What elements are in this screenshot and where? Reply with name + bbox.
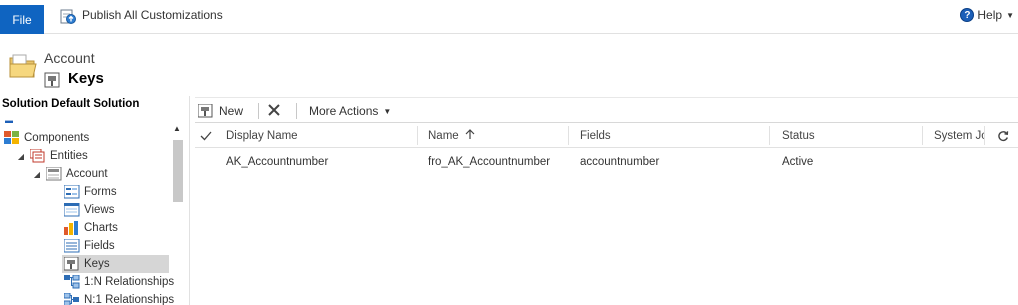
new-button[interactable]: New	[197, 101, 244, 121]
refresh-button[interactable]	[997, 123, 1013, 148]
toolbar-divider	[296, 103, 297, 119]
tree-item-label: Components	[24, 132, 90, 144]
relationship-icon	[63, 292, 80, 305]
tree-item-1n-relationships[interactable]: 1:N Relationships	[64, 273, 174, 291]
tree-item-n1-relationships[interactable]: N:1 Relationships	[63, 291, 175, 305]
column-label: Display Name	[226, 129, 298, 142]
scroll-up-icon[interactable]: ▲	[173, 124, 181, 133]
column-divider[interactable]	[568, 126, 569, 145]
select-all-checkbox[interactable]	[200, 123, 216, 148]
column-label: Name	[428, 129, 459, 142]
delete-icon	[267, 103, 281, 120]
page-header: Keys	[44, 70, 104, 87]
column-divider[interactable]	[984, 126, 985, 145]
help-icon: ?	[960, 8, 975, 22]
folder-icon	[8, 52, 38, 83]
chevron-down-icon: ▼	[1006, 10, 1014, 20]
entities-icon	[29, 148, 46, 163]
column-header-fields[interactable]: Fields	[580, 123, 765, 148]
tree-item-label: Keys	[84, 258, 110, 270]
tree-item-label: Fields	[84, 240, 115, 252]
grid-toolbar: New More Actions ▼	[195, 97, 1018, 123]
tree-item-fields[interactable]: Fields	[63, 237, 115, 255]
tree-item-label: N:1 Relationships	[84, 294, 175, 305]
tree-item-label: Charts	[84, 222, 118, 234]
tree-item-account[interactable]: ◢ Account	[32, 165, 108, 183]
delete-button[interactable]	[267, 101, 281, 121]
tree-item-label: Entities	[50, 150, 88, 162]
file-button[interactable]: File	[0, 5, 44, 34]
tree-item-label: 1:N Relationships	[84, 276, 175, 288]
cell-status: Active	[782, 156, 814, 168]
components-icon	[4, 131, 20, 145]
publish-label: Publish All Customizations	[82, 8, 223, 22]
relationship-icon	[64, 274, 80, 289]
collapse-arrow-icon[interactable]: ◢	[16, 152, 26, 161]
column-divider[interactable]	[769, 126, 770, 145]
publish-icon	[60, 8, 76, 24]
tree-item-components[interactable]: Components	[4, 129, 89, 147]
column-label: System Jol	[934, 129, 984, 142]
chevron-down-icon: ▼	[383, 106, 392, 116]
toolbar-divider	[258, 103, 259, 119]
collapse-arrow-icon[interactable]: ◢	[32, 170, 42, 179]
new-label: New	[219, 104, 244, 118]
cell-fields: accountnumber	[580, 156, 660, 168]
column-header-display-name[interactable]: Display Name	[226, 123, 411, 148]
tree-item-label: Views	[84, 204, 115, 216]
tree-item-forms[interactable]: Forms	[63, 183, 117, 201]
page-title: Keys	[68, 70, 104, 87]
grid-header: Display Name Name Fields Status System J…	[195, 123, 1018, 148]
keys-icon	[63, 256, 80, 271]
tree-item-label: Account	[66, 168, 108, 180]
entity-icon	[45, 166, 62, 181]
tree-item-entities[interactable]: ◢ Entities	[16, 147, 88, 165]
entity-name: Account	[44, 50, 95, 66]
column-label: Status	[782, 129, 815, 142]
table-row[interactable]: AK_Accountnumber fro_AK_Accountnumber ac…	[195, 150, 1018, 174]
tree-item-label: Forms	[84, 186, 117, 198]
expand-marker-icon: ▬	[5, 116, 13, 125]
column-divider[interactable]	[417, 126, 418, 145]
views-icon	[63, 202, 80, 217]
new-key-icon	[197, 103, 214, 118]
checkmark-icon	[200, 131, 212, 140]
cell-display-name[interactable]: AK_Accountnumber	[226, 150, 328, 174]
publish-all-button[interactable]: Publish All Customizations	[60, 5, 223, 25]
help-menu[interactable]: ? Help ▼	[960, 6, 1014, 24]
more-actions-label: More Actions	[309, 104, 379, 118]
more-actions-button[interactable]: More Actions ▼	[309, 101, 391, 121]
ribbon: File Publish All Customizations ? Help ▼	[0, 0, 1018, 34]
column-header-status[interactable]: Status	[782, 123, 922, 148]
tree-item-charts[interactable]: Charts	[64, 219, 118, 237]
tree-scrollbar[interactable]: ▲	[170, 122, 184, 305]
column-header-name[interactable]: Name	[428, 123, 568, 148]
fields-icon	[63, 238, 80, 253]
sort-ascending-icon	[465, 128, 475, 143]
tree-item-keys[interactable]: Keys	[62, 255, 169, 273]
help-label: Help	[977, 8, 1003, 22]
column-label: Fields	[580, 129, 611, 142]
column-header-system-job[interactable]: System Jol	[934, 123, 984, 148]
scrollbar-thumb[interactable]	[173, 140, 183, 202]
keys-icon	[44, 72, 60, 87]
tree-item-views[interactable]: Views	[63, 201, 115, 219]
refresh-icon	[998, 130, 1009, 141]
solution-navigation: Solution Default Solution ▬ Components ◢…	[0, 96, 190, 305]
charts-icon	[64, 221, 80, 235]
cell-name: fro_AK_Accountnumber	[428, 156, 551, 168]
solution-title: Solution Default Solution	[2, 98, 140, 110]
column-divider[interactable]	[922, 126, 923, 145]
forms-icon	[63, 184, 80, 199]
